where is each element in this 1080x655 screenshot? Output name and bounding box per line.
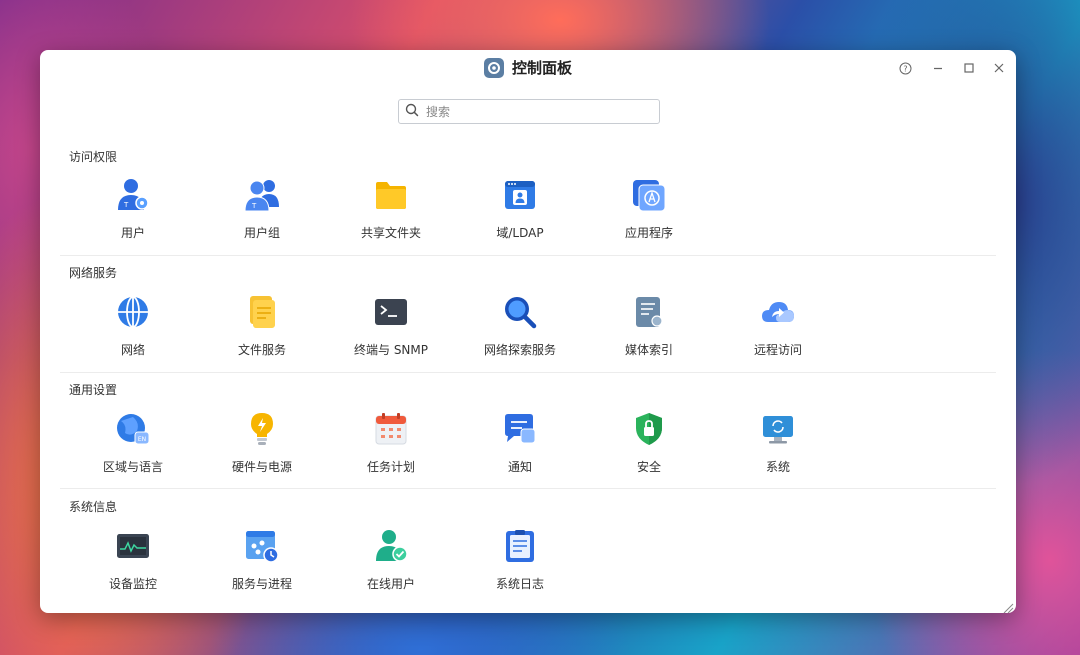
item-terminal-snmp[interactable]: 终端与 SNMP bbox=[336, 294, 446, 370]
section-title-access: 访问权限 bbox=[69, 150, 118, 164]
item-user-group[interactable]: T 用户组 bbox=[207, 177, 317, 253]
item-online-users[interactable]: 在线用户 bbox=[336, 528, 446, 604]
item-task-schedule[interactable]: 任务计划 bbox=[336, 411, 446, 487]
item-device-monitor[interactable]: 设备监控 bbox=[78, 528, 188, 604]
item-region-language[interactable]: EN 区域与语言 bbox=[78, 411, 188, 487]
item-system-log[interactable]: 系统日志 bbox=[465, 528, 575, 604]
item-label: 硬件与电源 bbox=[231, 460, 292, 474]
user-icon: T bbox=[118, 179, 149, 210]
item-label: 用户 bbox=[120, 226, 145, 240]
item-label: 远程访问 bbox=[753, 343, 802, 357]
item-service-process[interactable]: 服务与进程 bbox=[207, 528, 317, 604]
search-input[interactable] bbox=[424, 103, 648, 120]
device-monitor-icon bbox=[117, 534, 149, 558]
domain-icon bbox=[505, 181, 535, 209]
notification-icon bbox=[505, 414, 536, 444]
item-media-index[interactable]: 媒体索引 bbox=[594, 294, 704, 370]
window-title-area: 控制面板 bbox=[40, 57, 1016, 78]
item-label: 网络探索服务 bbox=[483, 343, 556, 357]
item-label: 任务计划 bbox=[366, 460, 415, 474]
item-label: 设备监控 bbox=[108, 577, 157, 591]
lightbulb-icon bbox=[251, 413, 273, 445]
item-system[interactable]: 系统 bbox=[723, 411, 833, 487]
svg-text:EN: EN bbox=[138, 436, 146, 443]
title-bar[interactable]: 控制面板 ? bbox=[40, 50, 1016, 84]
item-label: 系统 bbox=[765, 460, 790, 474]
help-icon[interactable]: ? bbox=[896, 59, 914, 77]
item-label: 在线用户 bbox=[366, 577, 415, 591]
user-group-icon: T bbox=[244, 180, 279, 212]
media-index-icon bbox=[636, 297, 663, 327]
system-log-icon bbox=[506, 530, 534, 562]
folder-icon bbox=[376, 182, 406, 209]
section-divider bbox=[60, 372, 996, 373]
item-notification[interactable]: 通知 bbox=[465, 411, 575, 487]
item-file-service[interactable]: 文件服务 bbox=[207, 294, 317, 370]
region-icon: EN bbox=[117, 414, 150, 445]
item-network[interactable]: 网络 bbox=[78, 294, 188, 370]
terminal-icon bbox=[375, 299, 407, 325]
search-icon bbox=[405, 102, 419, 121]
svg-text:T: T bbox=[123, 201, 129, 209]
item-label: 服务与进程 bbox=[231, 577, 292, 591]
globe-icon bbox=[118, 296, 148, 328]
item-network-discovery[interactable]: 网络探索服务 bbox=[465, 294, 575, 370]
control-panel-icon bbox=[483, 57, 504, 78]
process-icon bbox=[246, 531, 279, 563]
item-label: 应用程序 bbox=[624, 226, 673, 240]
section-title-network: 网络服务 bbox=[69, 266, 118, 280]
cloud-share-icon bbox=[762, 302, 794, 322]
file-service-icon bbox=[250, 296, 275, 328]
monitor-icon bbox=[763, 416, 793, 444]
item-domain-ldap[interactable]: 域/LDAP bbox=[465, 177, 575, 253]
item-user[interactable]: T 用户 bbox=[78, 177, 188, 253]
item-label: 域/LDAP bbox=[496, 226, 544, 240]
svg-text:T: T bbox=[251, 202, 257, 210]
item-label: 系统日志 bbox=[495, 577, 544, 591]
magnifier-icon bbox=[505, 297, 537, 329]
close-icon[interactable] bbox=[990, 59, 1008, 77]
maximize-icon[interactable] bbox=[960, 59, 978, 77]
window-title: 控制面板 bbox=[511, 59, 572, 77]
resize-handle-icon[interactable] bbox=[1002, 599, 1014, 613]
item-label: 媒体索引 bbox=[624, 343, 673, 357]
svg-text:?: ? bbox=[903, 64, 907, 73]
section-divider bbox=[60, 255, 996, 256]
calendar-icon bbox=[375, 413, 407, 445]
minimize-icon[interactable] bbox=[929, 59, 947, 77]
search-box[interactable] bbox=[398, 99, 660, 124]
section-title-general: 通用设置 bbox=[69, 383, 118, 397]
item-label: 文件服务 bbox=[237, 343, 286, 357]
section-divider bbox=[60, 488, 996, 489]
item-label: 共享文件夹 bbox=[360, 226, 421, 240]
online-user-icon bbox=[376, 530, 408, 562]
item-label: 通知 bbox=[507, 460, 532, 474]
control-panel-window: 控制面板 ? 访问权限 T 用户 bbox=[40, 50, 1016, 613]
section-title-system-info: 系统信息 bbox=[69, 500, 118, 514]
item-label: 安全 bbox=[636, 460, 661, 474]
item-security[interactable]: 安全 bbox=[594, 411, 704, 487]
item-label: 用户组 bbox=[243, 226, 280, 240]
item-label: 网络 bbox=[120, 343, 145, 357]
item-remote-access[interactable]: 远程访问 bbox=[723, 294, 833, 370]
item-applications[interactable]: 应用程序 bbox=[594, 177, 704, 253]
item-label: 终端与 SNMP bbox=[354, 343, 428, 357]
item-shared-folder[interactable]: 共享文件夹 bbox=[336, 177, 446, 253]
item-hardware-power[interactable]: 硬件与电源 bbox=[207, 411, 317, 487]
item-label: 区域与语言 bbox=[102, 460, 163, 474]
shield-icon bbox=[636, 413, 662, 445]
app-store-icon bbox=[633, 180, 666, 212]
